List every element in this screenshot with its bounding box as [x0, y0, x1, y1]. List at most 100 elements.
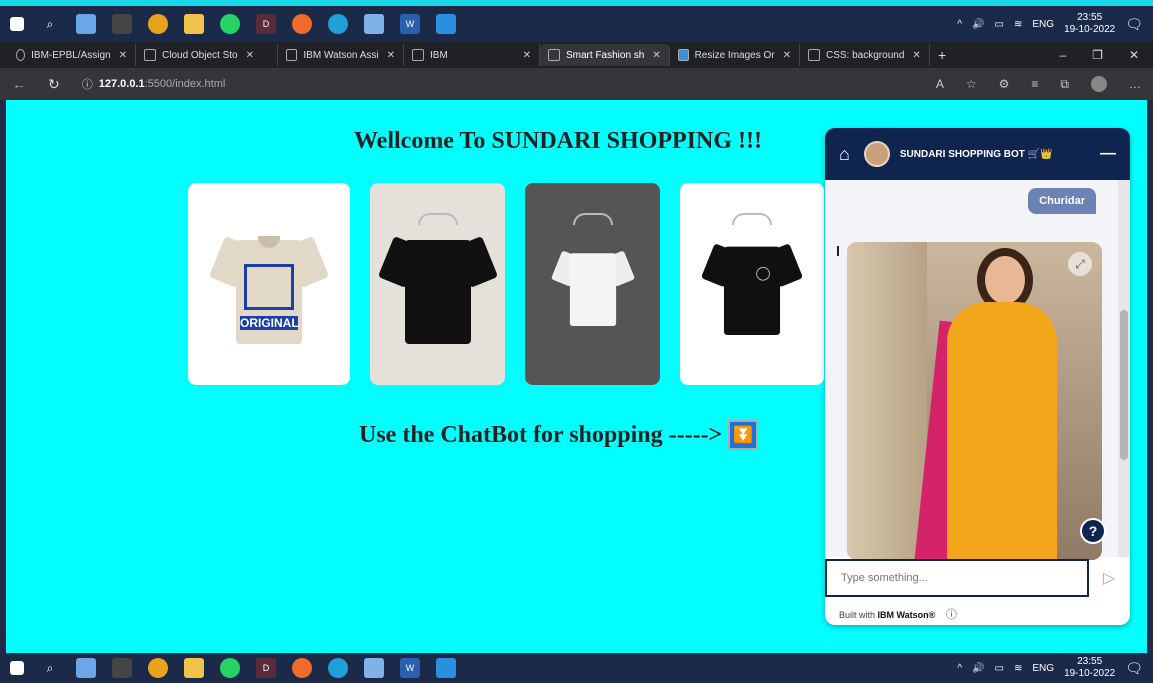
- scrollbar-thumb[interactable]: [1120, 310, 1128, 460]
- back-icon[interactable]: ←: [12, 76, 26, 92]
- tab-label: IBM: [430, 49, 448, 61]
- vscode-icon[interactable]: [436, 658, 456, 678]
- built-with-footer: Built with IBM Watson® ⓘ: [839, 606, 957, 622]
- search-icon[interactable]: ⌕: [40, 658, 60, 678]
- product-image-1[interactable]: ORIGINAL: [188, 183, 350, 385]
- word-icon[interactable]: W: [400, 658, 420, 678]
- chat-scrollbar[interactable]: [1118, 180, 1130, 557]
- tab-1[interactable]: Cloud Object Sto ✕: [136, 44, 278, 66]
- collections-icon[interactable]: ⧉: [1060, 77, 1069, 92]
- wifi-icon[interactable]: ≋: [1014, 19, 1022, 30]
- page-icon: [548, 49, 560, 61]
- compass-icon[interactable]: [292, 14, 312, 34]
- speaker-icon[interactable]: 🔊: [972, 19, 984, 30]
- url-path: :5500/index.html: [144, 78, 226, 90]
- whatsapp-icon[interactable]: [220, 14, 240, 34]
- clock-date: 19-10-2022: [1064, 24, 1116, 35]
- close-icon[interactable]: ✕: [119, 50, 127, 61]
- tab-label: Resize Images Or: [694, 49, 775, 61]
- info-icon[interactable]: ⓘ: [82, 76, 93, 92]
- files-icon[interactable]: [76, 658, 96, 678]
- more-icon[interactable]: …: [1129, 77, 1141, 91]
- edge-icon[interactable]: [328, 14, 348, 34]
- language-indicator[interactable]: ENG: [1032, 19, 1054, 30]
- tab-3[interactable]: IBM ✕: [404, 44, 540, 66]
- new-tab-button[interactable]: +: [930, 44, 954, 66]
- close-icon[interactable]: ✕: [783, 50, 791, 61]
- info-icon[interactable]: ⓘ: [946, 609, 957, 621]
- close-icon[interactable]: ✕: [523, 50, 531, 61]
- wifi-icon[interactable]: ≋: [1014, 663, 1022, 674]
- favorites-list-icon[interactable]: ≡: [1031, 77, 1038, 91]
- chevron-up-icon[interactable]: ^: [957, 663, 962, 674]
- chrome-icon[interactable]: [148, 658, 168, 678]
- send-icon[interactable]: ▷: [1089, 568, 1129, 588]
- tab-2[interactable]: IBM Watson Assi ✕: [278, 44, 404, 66]
- notification-icon[interactable]: 🗨: [1125, 16, 1143, 33]
- chat-header: ⌂ SUNDARI SHOPPING BOT 🛒👑 —: [825, 128, 1130, 180]
- windows-icon[interactable]: [10, 17, 24, 31]
- home-icon[interactable]: ⌂: [839, 144, 850, 165]
- built-brand: IBM Watson®: [877, 610, 936, 620]
- close-icon[interactable]: ✕: [246, 50, 254, 61]
- close-icon[interactable]: ✕: [912, 50, 920, 61]
- terminal-icon[interactable]: [112, 14, 132, 34]
- refresh-icon[interactable]: ↻: [48, 76, 60, 93]
- product-image-3[interactable]: [525, 183, 660, 385]
- close-icon[interactable]: ✕: [387, 50, 395, 61]
- minimize-chat-button[interactable]: —: [1100, 145, 1116, 163]
- tab-5[interactable]: Resize Images Or ✕: [670, 44, 800, 66]
- close-icon[interactable]: ✕: [652, 50, 660, 61]
- help-button[interactable]: ?: [1080, 518, 1106, 544]
- minimize-icon[interactable]: –: [1059, 48, 1066, 62]
- search-icon[interactable]: ⌕: [40, 14, 60, 34]
- notes-icon[interactable]: [364, 14, 384, 34]
- clock[interactable]: 23:55 19-10-2022: [1064, 12, 1115, 36]
- extensions-icon[interactable]: ⚙: [999, 77, 1010, 91]
- url-field[interactable]: 127.0.0.1:5500/index.html: [99, 78, 226, 90]
- product-image-4[interactable]: [680, 183, 824, 385]
- d-icon[interactable]: D: [256, 658, 276, 678]
- tab-6[interactable]: CSS: background ✕: [800, 44, 930, 66]
- word-icon[interactable]: W: [400, 14, 420, 34]
- notes-icon[interactable]: [364, 658, 384, 678]
- chat-input-row: ▷: [825, 558, 1130, 598]
- edge-icon[interactable]: [328, 658, 348, 678]
- folder-icon[interactable]: [184, 658, 204, 678]
- expand-image-icon[interactable]: ⤢: [1068, 252, 1092, 276]
- files-icon[interactable]: [76, 14, 96, 34]
- clock[interactable]: 23:55 19-10-2022: [1064, 656, 1115, 680]
- vscode-icon[interactable]: [436, 14, 456, 34]
- chrome-icon[interactable]: [148, 14, 168, 34]
- chevron-up-icon[interactable]: ^: [957, 19, 962, 30]
- bot-avatar: [863, 141, 890, 167]
- language-indicator[interactable]: ENG: [1032, 663, 1054, 674]
- battery-icon[interactable]: ▭: [995, 663, 1004, 674]
- whatsapp-icon[interactable]: [220, 658, 240, 678]
- d-icon[interactable]: D: [256, 14, 276, 34]
- restore-icon[interactable]: ❐: [1092, 48, 1103, 62]
- tab-4[interactable]: Smart Fashion sh ✕: [540, 44, 670, 66]
- taskbar-top: ⌕ D W ^ 🔊 ▭ ≋ ENG 23:55 19-10-2022 🗨: [0, 6, 1153, 42]
- profile-avatar[interactable]: [1091, 76, 1107, 92]
- chat-messages[interactable]: Churidar ⤢ ?: [825, 180, 1130, 560]
- favorite-icon[interactable]: ☆: [966, 77, 977, 91]
- notification-icon[interactable]: 🗨: [1125, 660, 1143, 677]
- tab-0[interactable]: IBM-EPBL/Assign ✕: [8, 44, 136, 66]
- watson-icon: [286, 49, 298, 61]
- windows-icon[interactable]: [10, 661, 24, 675]
- address-bar-row: ← ↻ ⓘ 127.0.0.1:5500/index.html A ☆ ⚙ ≡ …: [0, 68, 1153, 100]
- battery-icon[interactable]: ▭: [995, 19, 1004, 30]
- tab-label: Smart Fashion sh: [566, 49, 645, 61]
- close-window-icon[interactable]: ✕: [1129, 48, 1139, 62]
- chatbot-cta: Use the ChatBot for shopping -----> ⏬: [359, 420, 759, 450]
- compass-icon[interactable]: [292, 658, 312, 678]
- bot-image-response[interactable]: ⤢: [847, 242, 1102, 560]
- read-aloud-icon[interactable]: A: [936, 77, 944, 91]
- folder-icon[interactable]: [184, 14, 204, 34]
- beige-tshirt: ORIGINAL: [208, 224, 330, 344]
- speaker-icon[interactable]: 🔊: [972, 663, 984, 674]
- chat-message-input[interactable]: [825, 559, 1089, 597]
- terminal-icon[interactable]: [112, 658, 132, 678]
- product-image-2[interactable]: [370, 183, 505, 385]
